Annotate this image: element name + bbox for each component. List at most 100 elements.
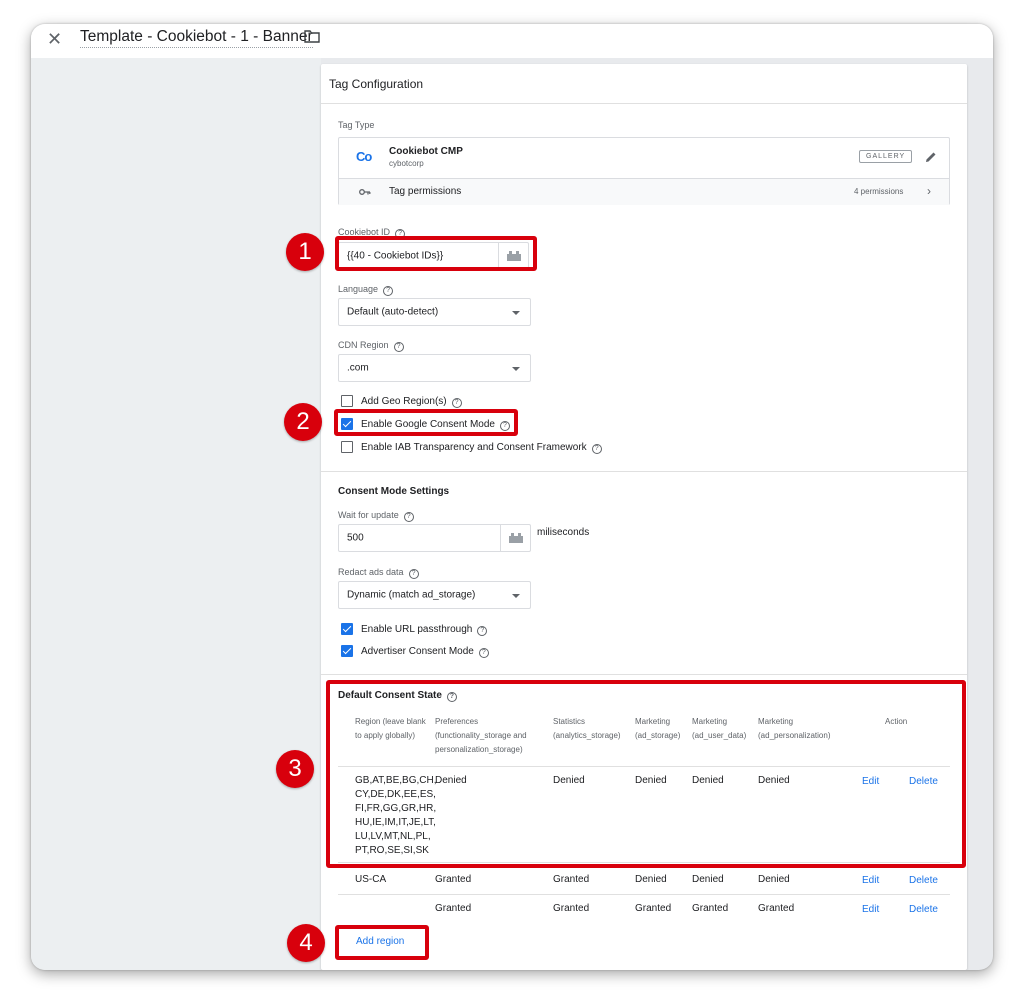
close-icon[interactable]: ✕: [47, 29, 62, 49]
section-divider: [321, 674, 967, 675]
iab-label: Enable IAB Transparency and Consent Fram…: [361, 442, 602, 454]
wait-unit: miliseconds: [537, 527, 590, 538]
help-icon[interactable]: ?: [591, 444, 602, 454]
edit-link[interactable]: Edit: [862, 875, 879, 886]
help-icon[interactable]: ?: [408, 569, 419, 579]
wait-for-update-label: Wait for update?: [338, 510, 414, 522]
table-cell-preferences: Granted: [435, 874, 472, 885]
table-cell-ad-personalization: Denied: [758, 775, 790, 786]
table-divider: [338, 766, 950, 767]
folder-icon[interactable]: [304, 30, 320, 43]
wait-for-update-input[interactable]: 500: [338, 524, 531, 552]
table-divider: [338, 862, 950, 863]
tag-type-row[interactable]: Co Cookiebot CMP cybotcorp GALLERY: [339, 138, 949, 178]
column-header-ad-user-data: Marketing (ad_user_data): [692, 717, 747, 740]
advertiser-consent-checkbox[interactable]: [341, 645, 353, 657]
url-passthrough-label: Enable URL passthrough?: [361, 624, 488, 636]
google-consent-label: Enable Google Consent Mode?: [361, 419, 510, 431]
table-cell-ad-personalization: Granted: [758, 903, 795, 914]
table-cell-ad-user-data: Denied: [692, 775, 724, 786]
brick-icon: [507, 250, 521, 261]
permissions-count: 4 permissions: [854, 187, 904, 196]
help-icon[interactable]: ?: [451, 398, 462, 408]
delete-link[interactable]: Delete: [909, 776, 938, 787]
language-select[interactable]: Default (auto-detect): [338, 298, 531, 326]
table-cell-region: GB,AT,BE,BG,CH,CY,DE,DK,EE,ES,FI,FR,GG,G…: [355, 775, 437, 856]
redact-ads-select[interactable]: Dynamic (match ad_storage): [338, 581, 531, 609]
page-title[interactable]: Template - Cookiebot - 1 - Banner: [80, 28, 313, 48]
panel-title: Tag Configuration: [329, 77, 424, 91]
tag-type-card[interactable]: Co Cookiebot CMP cybotcorp GALLERY Tag p…: [338, 137, 950, 205]
column-header-ad-personalization: Marketing (ad_personalization): [758, 717, 831, 740]
top-bar: ✕ Template - Cookiebot - 1 - Banner: [31, 24, 993, 58]
language-label: Language?: [338, 284, 394, 296]
add-region-button[interactable]: Add region: [356, 936, 404, 947]
column-header-statistics: Statistics (analytics_storage): [553, 717, 621, 740]
help-icon[interactable]: ?: [395, 229, 406, 239]
table-cell-ad-user-data: Denied: [692, 874, 724, 885]
column-header-region: Region (leave blank to apply globally): [355, 717, 426, 740]
help-icon[interactable]: ?: [478, 648, 489, 658]
table-cell-preferences: Granted: [435, 903, 472, 914]
table-cell-ad-storage: Denied: [635, 775, 667, 786]
tag-permissions-label: Tag permissions: [389, 186, 462, 197]
column-header-action: Action: [885, 717, 908, 726]
edit-link[interactable]: Edit: [862, 904, 879, 915]
annotation-badge-1: 1: [286, 233, 324, 271]
geo-region-label: Add Geo Region(s)?: [361, 396, 462, 408]
tag-type-vendor: cybotcorp: [389, 159, 424, 168]
edit-link[interactable]: Edit: [862, 776, 879, 787]
help-icon[interactable]: ?: [393, 342, 404, 352]
table-divider: [338, 894, 950, 895]
variable-picker-button[interactable]: [500, 525, 530, 551]
google-consent-checkbox[interactable]: [341, 418, 353, 430]
consent-mode-title: Consent Mode Settings: [338, 486, 450, 497]
tag-configuration-panel: Tag Configuration Tag Type Co Cookiebot …: [321, 64, 967, 970]
help-icon[interactable]: ?: [403, 512, 414, 522]
table-cell-preferences: Denied: [435, 775, 467, 786]
column-header-preferences: Preferences (functionality_storage and p…: [435, 717, 527, 754]
tag-type-name: Cookiebot CMP: [389, 146, 463, 157]
brick-icon: [509, 533, 523, 543]
redact-ads-label: Redact ads data?: [338, 567, 419, 579]
tag-permissions-row[interactable]: Tag permissions 4 permissions ›: [339, 178, 949, 205]
annotation-badge-2: 2: [284, 403, 322, 441]
help-icon[interactable]: ?: [446, 692, 457, 702]
dropdown-arrow-icon: [512, 311, 520, 315]
dropdown-arrow-icon: [512, 367, 520, 371]
help-icon[interactable]: ?: [499, 421, 510, 431]
cookiebot-id-input[interactable]: {{40 - Cookiebot IDs}}: [338, 242, 529, 269]
column-header-ad-storage: Marketing (ad_storage): [635, 717, 681, 740]
table-cell-ad-personalization: Denied: [758, 874, 790, 885]
delete-link[interactable]: Delete: [909, 904, 938, 915]
table-cell-ad-storage: Granted: [635, 903, 672, 914]
iab-checkbox[interactable]: [341, 441, 353, 453]
gallery-badge: GALLERY: [859, 150, 913, 163]
default-consent-title: Default Consent State?: [338, 690, 457, 702]
table-cell-ad-user-data: Granted: [692, 903, 729, 914]
table-cell-statistics: Denied: [553, 775, 585, 786]
advertiser-consent-label: Advertiser Consent Mode?: [361, 646, 489, 658]
cdn-region-label: CDN Region?: [338, 340, 404, 352]
delete-link[interactable]: Delete: [909, 875, 938, 886]
url-passthrough-checkbox[interactable]: [341, 623, 353, 635]
annotation-badge-3: 3: [276, 750, 314, 788]
table-cell-statistics: Granted: [553, 903, 590, 914]
chevron-right-icon[interactable]: ›: [927, 184, 931, 198]
app-window: ✕ Template - Cookiebot - 1 - Banner Tag …: [31, 24, 993, 970]
cdn-region-select[interactable]: .com: [338, 354, 531, 382]
section-divider: [321, 471, 967, 472]
annotation-badge-4: 4: [287, 924, 325, 962]
cookiebot-logo-icon: Co: [356, 149, 372, 164]
table-cell-ad-storage: Denied: [635, 874, 667, 885]
variable-picker-button[interactable]: [498, 243, 528, 268]
help-icon[interactable]: ?: [477, 626, 488, 636]
table-cell-statistics: Granted: [553, 874, 590, 885]
key-icon: [359, 189, 371, 195]
tag-type-label: Tag Type: [338, 120, 375, 130]
table-cell-region: US-CA: [355, 874, 387, 885]
geo-region-checkbox[interactable]: [341, 395, 353, 407]
pencil-icon[interactable]: [924, 150, 938, 164]
dropdown-arrow-icon: [512, 594, 520, 598]
help-icon[interactable]: ?: [383, 286, 394, 296]
